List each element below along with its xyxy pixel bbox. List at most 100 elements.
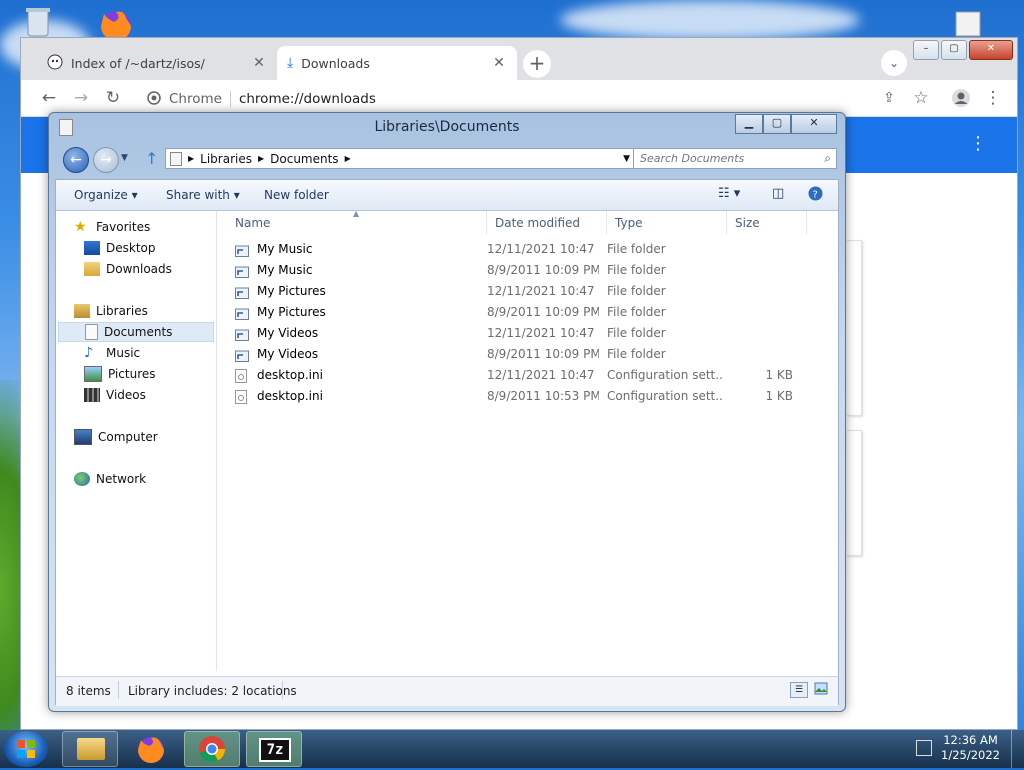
omnibox[interactable]: Chrome chrome://downloads	[139, 86, 881, 112]
nav-libraries[interactable]: Libraries	[74, 301, 148, 321]
show-desktop-button[interactable]	[1011, 730, 1024, 768]
chrome-icon	[199, 736, 225, 763]
taskbar-7zip-button[interactable]: 7z	[246, 731, 302, 767]
search-input[interactable]	[633, 148, 837, 169]
url-text[interactable]: chrome://downloads	[239, 91, 376, 107]
file-row[interactable]: My Music 12/11/2021 10:47 ... File folder	[217, 239, 817, 260]
back-arrow-icon[interactable]: ←	[39, 88, 59, 108]
nav-favorites[interactable]: ★ Favorites	[74, 217, 150, 237]
nav-desktop[interactable]: Desktop	[84, 238, 156, 258]
film-strip-icon	[84, 388, 100, 402]
reload-icon[interactable]: ↻	[103, 88, 123, 108]
nav-network[interactable]: Network	[74, 469, 146, 489]
folder-shortcut-icon	[235, 348, 249, 362]
help-icon[interactable]: ?	[808, 186, 823, 204]
nav-computer[interactable]: Computer	[74, 427, 158, 447]
network-tray-icon[interactable]	[916, 740, 932, 756]
downloads-folder-icon	[84, 262, 100, 276]
column-header-name[interactable]: Name	[227, 211, 487, 235]
address-dropdown-icon[interactable]: ▼	[623, 154, 630, 164]
explorer-maximize-button[interactable]: ▢	[763, 114, 791, 134]
library-locations[interactable]: Library includes: 2 locations	[128, 684, 297, 698]
file-row[interactable]: desktop.ini 12/11/2021 10:47 ... Configura…	[217, 365, 817, 386]
nav-documents[interactable]: Documents	[58, 322, 214, 342]
nav-label: Videos	[106, 388, 146, 402]
file-type: File folder	[607, 263, 666, 277]
taskbar-explorer-button[interactable]	[62, 731, 118, 767]
item-count: 8 items	[66, 684, 111, 698]
view-options-icon[interactable]: ☷ ▾	[718, 186, 740, 201]
folder-shortcut-icon	[235, 285, 249, 299]
tab-downloads[interactable]: ⤓ Downloads ✕	[277, 46, 517, 80]
file-row[interactable]: My Pictures 8/9/2011 10:09 PM File folder	[217, 302, 817, 323]
forward-arrow-icon[interactable]: →	[71, 88, 91, 108]
tab-search-chevron-icon[interactable]: ⌄	[881, 50, 907, 76]
downloads-more-icon[interactable]: ⋮	[969, 133, 987, 154]
column-header-date[interactable]: Date modified	[487, 211, 607, 235]
explorer-close-button[interactable]: ✕	[791, 114, 837, 134]
documents-icon	[85, 324, 98, 340]
nav-music[interactable]: ♪ Music	[84, 343, 140, 363]
download-card	[847, 430, 862, 556]
bookmark-star-icon[interactable]: ☆	[911, 88, 931, 108]
folder-shortcut-icon	[235, 264, 249, 278]
search-icon[interactable]: ⌕	[824, 151, 831, 166]
settings-file-icon	[235, 390, 249, 404]
nav-downloads[interactable]: Downloads	[84, 259, 172, 279]
tab-close-icon[interactable]: ✕	[251, 55, 267, 71]
forward-button[interactable]: →	[93, 147, 119, 173]
preview-pane-icon[interactable]: ◫	[772, 186, 784, 201]
file-name: desktop.ini	[257, 389, 323, 403]
chrome-menu-icon[interactable]: ⋮	[983, 88, 1003, 108]
explorer-minimize-button[interactable]: ▁	[735, 114, 763, 134]
breadcrumb-libraries[interactable]: Libraries	[200, 152, 252, 166]
new-tab-button[interactable]: +	[523, 50, 551, 78]
file-row[interactable]: My Videos 8/9/2011 10:09 PM File folder	[217, 344, 817, 365]
up-arrow-icon[interactable]: ↑	[145, 149, 158, 168]
breadcrumb-separator-icon[interactable]: ▶	[258, 154, 264, 163]
tab-index-of-isos[interactable]: Index of /~dartz/isos/ ✕	[37, 46, 277, 80]
back-button[interactable]: ←	[63, 147, 89, 173]
nav-label: Desktop	[106, 241, 156, 255]
file-type: File folder	[607, 305, 666, 319]
nav-label: Libraries	[96, 304, 148, 318]
new-folder-button[interactable]: New folder	[264, 188, 329, 202]
maximize-button[interactable]: ▢	[941, 40, 967, 60]
share-icon[interactable]: ⇪	[879, 88, 899, 108]
large-icons-view-icon[interactable]	[814, 682, 830, 696]
file-row[interactable]: My Pictures 12/11/2021 10:47 ... File fold…	[217, 281, 817, 302]
breadcrumb-separator-icon[interactable]: ▶	[188, 154, 194, 163]
breadcrumb-separator-icon[interactable]: ▶	[345, 154, 351, 163]
column-header-size[interactable]: Size	[727, 211, 807, 235]
column-header-type[interactable]: Type	[607, 211, 727, 235]
taskbar-clock[interactable]: 12:36 AM 1/25/2022	[941, 733, 1000, 763]
computer-icon	[74, 429, 92, 445]
ghost-favicon-icon	[47, 54, 63, 73]
file-date: 12/11/2021 10:47 ...	[487, 242, 599, 256]
file-type: Configuration sett...	[607, 389, 723, 403]
nav-videos[interactable]: Videos	[84, 385, 146, 405]
taskbar-firefox-button[interactable]	[122, 731, 178, 767]
file-type: File folder	[607, 284, 666, 298]
profile-avatar-icon[interactable]	[951, 88, 971, 108]
navigation-pane: ★ Favorites Desktop Downloads Libraries …	[56, 211, 217, 671]
start-button[interactable]	[4, 731, 48, 767]
address-bar[interactable]: ▶ Libraries ▶ Documents ▶ ▼	[165, 148, 643, 169]
status-separator	[118, 681, 119, 699]
nav-label: Documents	[104, 325, 173, 339]
details-view-icon[interactable]: ☰	[790, 682, 808, 698]
minimize-button[interactable]: –	[913, 40, 939, 60]
nav-label: Downloads	[106, 262, 172, 276]
file-row[interactable]: My Videos 12/11/2021 10:47 ... File folder	[217, 323, 817, 344]
organize-button[interactable]: Organize ▾	[74, 188, 138, 202]
file-row[interactable]: desktop.ini 8/9/2011 10:53 PM Configuratio…	[217, 386, 817, 407]
tab-close-icon[interactable]: ✕	[491, 55, 507, 71]
share-with-button[interactable]: Share with ▾	[166, 188, 240, 202]
taskbar-chrome-button[interactable]	[184, 731, 240, 767]
breadcrumb-documents[interactable]: Documents	[270, 152, 338, 166]
recent-pages-chevron-icon[interactable]: ▼	[121, 153, 128, 163]
nav-pictures[interactable]: Pictures	[84, 364, 156, 384]
file-size: 1 KB	[765, 389, 793, 403]
file-row[interactable]: My Music 8/9/2011 10:09 PM File folder	[217, 260, 817, 281]
close-button[interactable]: ✕	[969, 40, 1013, 60]
